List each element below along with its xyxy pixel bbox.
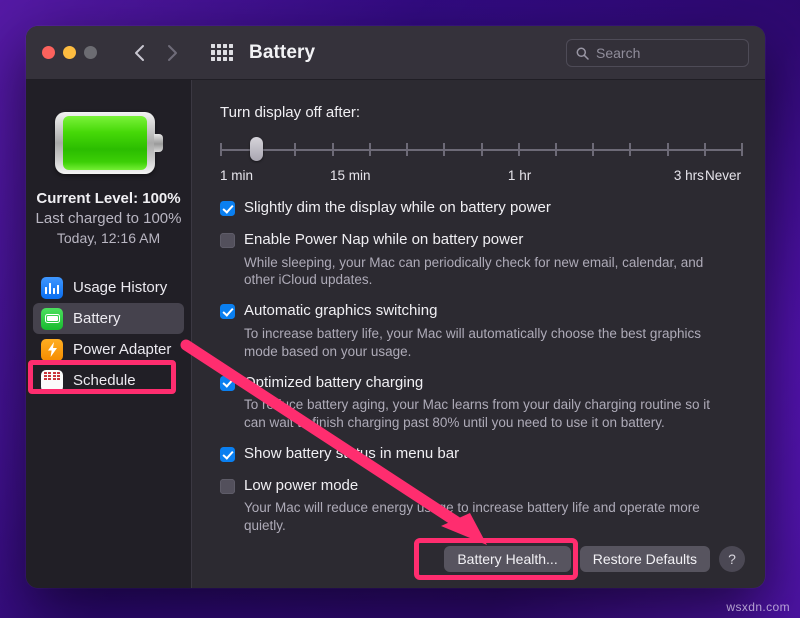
sidebar-item-power-adapter[interactable]: Power Adapter xyxy=(33,334,184,365)
help-button[interactable]: ? xyxy=(719,546,745,572)
traffic-light-buttons xyxy=(42,46,97,59)
slider-tick xyxy=(480,143,483,156)
checkbox-label: Enable Power Nap while on battery power xyxy=(244,230,524,248)
checkbox-row-dim-display[interactable]: Slightly dim the display while on batter… xyxy=(220,199,741,218)
turn-display-off-label: Turn display off after: xyxy=(220,104,361,121)
battery-health-button[interactable]: Battery Health... xyxy=(444,546,571,572)
battery-icon xyxy=(41,307,63,330)
sidebar-item-label: Usage History xyxy=(73,279,168,296)
slider-tick xyxy=(406,143,409,156)
navigation-arrows xyxy=(133,43,179,63)
window-body: Current Level: 100% Last charged to 100%… xyxy=(26,80,765,588)
power-nap-description: While sleeping, your Mac can periodicall… xyxy=(244,254,704,288)
sidebar: Current Level: 100% Last charged to 100%… xyxy=(26,80,192,588)
checkbox-label: Show battery status in menu bar xyxy=(244,444,460,462)
slider-scale-label: 15 min xyxy=(329,168,371,183)
checkbox-label: Optimized battery charging xyxy=(244,373,424,391)
window-titlebar: Battery xyxy=(26,26,765,80)
show-all-grid-icon[interactable] xyxy=(211,43,233,62)
schedule-icon xyxy=(41,369,63,392)
zoom-button[interactable] xyxy=(84,46,97,59)
checkbox-graphics-switching[interactable] xyxy=(220,304,235,320)
optimized-charging-description: To reduce battery aging, your Mac learns… xyxy=(244,397,710,431)
page-title: Battery xyxy=(249,41,316,63)
checkbox-row-power-nap[interactable]: Enable Power Nap while on battery power xyxy=(220,231,741,250)
slider-scale-label: 3 hrs xyxy=(673,168,704,183)
slider-scale-label: 1 hr xyxy=(507,168,532,183)
checkbox-menu-bar-status[interactable] xyxy=(220,446,235,462)
slider-scale-label: 1 min xyxy=(220,168,254,183)
slider-scale-labels: 1 min 15 min 1 hr 3 hrs Never xyxy=(220,168,741,186)
slider-tick xyxy=(294,143,297,156)
checkbox-label: Automatic graphics switching xyxy=(244,302,438,320)
checkbox-power-nap[interactable] xyxy=(220,232,235,248)
sidebar-item-label: Schedule xyxy=(73,372,136,389)
system-preferences-window: Battery Current Level: 100% Last charged… xyxy=(26,26,765,588)
back-arrow-icon[interactable] xyxy=(133,43,147,63)
search-input[interactable] xyxy=(596,45,739,61)
last-charged-text: Last charged to 100% xyxy=(35,210,182,227)
footer-buttons: Battery Health... Restore Defaults ? xyxy=(444,546,745,572)
main-content: Turn display off after: 1 min 15 min 1 hr 3… xyxy=(192,80,765,588)
current-level-text: Current Level: 100% xyxy=(36,190,181,207)
slider-tick xyxy=(554,143,557,156)
turn-display-off-slider[interactable] xyxy=(220,137,743,161)
checkbox-low-power-mode[interactable] xyxy=(220,478,235,494)
sidebar-item-battery[interactable]: Battery xyxy=(33,303,184,334)
search-icon xyxy=(576,47,589,60)
slider-tick xyxy=(592,143,595,156)
checkbox-row-low-power-mode[interactable]: Low power mode xyxy=(220,477,741,496)
slider-tick xyxy=(741,143,743,156)
checkbox-row-menu-bar-status[interactable]: Show battery status in menu bar xyxy=(220,445,741,464)
slider-tick xyxy=(443,143,446,156)
close-button[interactable] xyxy=(42,46,55,59)
checkbox-row-graphics-switching[interactable]: Automatic graphics switching xyxy=(220,302,741,321)
usage-history-icon xyxy=(41,276,63,299)
checkbox-label: Low power mode xyxy=(244,476,359,494)
sidebar-item-usage-history[interactable]: Usage History xyxy=(33,272,184,303)
sidebar-item-label: Power Adapter xyxy=(73,341,172,358)
checkbox-dim-display[interactable] xyxy=(220,201,235,216)
slider-tick xyxy=(517,143,520,156)
battery-status-block: Current Level: 100% Last charged to 100%… xyxy=(26,190,191,246)
slider-tick xyxy=(703,143,706,156)
slider-scale-label: Never xyxy=(704,168,741,183)
power-adapter-icon xyxy=(41,338,63,361)
minimize-button[interactable] xyxy=(63,46,76,59)
watermark: wsxdn.com xyxy=(726,600,790,614)
slider-tick xyxy=(629,143,632,156)
graphics-switching-description: To increase battery life, your Mac will … xyxy=(244,325,701,359)
slider-tick xyxy=(368,143,371,156)
forward-arrow-icon[interactable] xyxy=(165,43,179,63)
checkbox-optimized-charging[interactable] xyxy=(220,375,235,391)
battery-full-green-icon xyxy=(54,112,163,174)
checkbox-row-optimized-charging[interactable]: Optimized battery charging xyxy=(220,374,741,393)
slider-tick xyxy=(666,143,669,156)
search-field[interactable] xyxy=(566,39,749,67)
sidebar-nav-list: Usage History Battery Power Adapter Sche… xyxy=(26,272,191,396)
low-power-mode-description: Your Mac will reduce energy usage to inc… xyxy=(244,500,700,534)
slider-tick xyxy=(220,143,222,156)
slider-tick xyxy=(331,143,334,156)
checkbox-label: Slightly dim the display while on batter… xyxy=(244,199,551,216)
restore-defaults-button[interactable]: Restore Defaults xyxy=(579,546,710,572)
slider-thumb[interactable] xyxy=(250,137,264,161)
sidebar-item-label: Battery xyxy=(73,310,121,327)
charged-timestamp: Today, 12:16 AM xyxy=(56,230,161,246)
sidebar-item-schedule[interactable]: Schedule xyxy=(33,365,184,396)
